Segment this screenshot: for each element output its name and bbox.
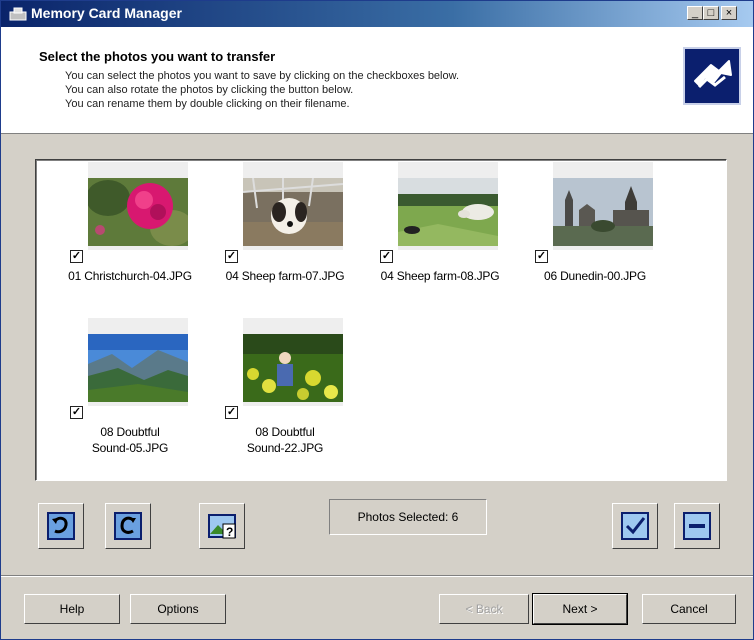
rotate-right-icon [114, 512, 142, 540]
rotate-left-icon [47, 512, 75, 540]
photo-filename[interactable]: 04 Sheep farm-08.JPG [378, 268, 502, 284]
rotate-left-button[interactable] [38, 503, 84, 549]
header-instruction: You can rename them by double clicking o… [65, 98, 350, 110]
minimize-icon: _ [691, 7, 699, 19]
footer-divider [1, 575, 753, 577]
maximize-button[interactable]: □ [703, 6, 719, 20]
filename-line: 06 Dunedin-00.JPG [544, 269, 646, 283]
photo-filename[interactable]: 08 Doubtful Sound-22.JPG [223, 424, 347, 456]
select-all-icon [621, 512, 649, 540]
filename-line: Sound-05.JPG [91, 441, 169, 455]
filename-line: Sound-22.JPG [246, 441, 324, 455]
header-title: Select the photos you want to transfer [39, 49, 276, 64]
window-title: Memory Card Manager [31, 5, 182, 21]
deselect-all-button[interactable] [674, 503, 720, 549]
back-button[interactable]: < Back [439, 594, 529, 624]
photo-thumbnail[interactable] [398, 162, 498, 250]
preview-button[interactable]: ? [199, 503, 245, 549]
photo-checkbox[interactable]: ✓ [535, 250, 548, 263]
photo-thumbnail[interactable] [88, 162, 188, 250]
photo-checkbox[interactable]: ✓ [380, 250, 393, 263]
wizard-header: Select the photos you want to transfer Y… [1, 27, 753, 134]
photo-thumbnail[interactable] [243, 318, 343, 406]
memory-card-manager-window: Memory Card Manager _ □ × Select the pho… [0, 0, 754, 640]
next-button[interactable]: Next > [532, 593, 628, 625]
photo-checkbox[interactable]: ✓ [70, 406, 83, 419]
transfer-logo-icon [683, 47, 741, 105]
maximize-icon: □ [707, 7, 715, 19]
photos-selected-status: Photos Selected: 6 [329, 499, 487, 535]
photo-checkbox[interactable]: ✓ [225, 250, 238, 263]
photo-thumbnail[interactable] [88, 318, 188, 406]
card-reader-icon [9, 7, 27, 21]
filename-line: 08 Doubtful [100, 425, 160, 439]
deselect-all-icon [683, 512, 711, 540]
filename-line: 08 Doubtful [255, 425, 315, 439]
minimize-button[interactable]: _ [687, 6, 703, 20]
photo-filename[interactable]: 08 Doubtful Sound-05.JPG [68, 424, 192, 456]
photo-checkbox[interactable]: ✓ [70, 250, 83, 263]
close-icon: × [725, 7, 733, 19]
header-instruction: You can also rotate the photos by clicki… [65, 84, 354, 96]
photo-thumbnail[interactable] [553, 162, 653, 250]
select-all-button[interactable] [612, 503, 658, 549]
help-button[interactable]: Help [24, 594, 120, 624]
photo-thumbnail[interactable] [243, 162, 343, 250]
rotate-right-button[interactable] [105, 503, 151, 549]
photo-filename[interactable]: 01 Christchurch-04.JPG [68, 268, 192, 284]
photo-checkbox[interactable]: ✓ [225, 406, 238, 419]
filename-line: 01 Christchurch-04.JPG [68, 269, 192, 283]
header-instruction: You can select the photos you want to sa… [65, 70, 460, 82]
options-button[interactable]: Options [130, 594, 226, 624]
photo-filename[interactable]: 04 Sheep farm-07.JPG [223, 268, 347, 284]
title-bar[interactable]: Memory Card Manager _ □ × [1, 1, 753, 27]
cancel-button[interactable]: Cancel [642, 594, 736, 624]
close-button[interactable]: × [721, 6, 737, 20]
image-preview-icon: ? [208, 514, 236, 539]
photo-filename[interactable]: 06 Dunedin-00.JPG [533, 268, 657, 284]
filename-line: 04 Sheep farm-07.JPG [225, 269, 345, 283]
photo-list[interactable]: ✓ 01 Christchurch-04.JPG ✓ 04 Sheep farm… [35, 159, 727, 481]
svg-text:?: ? [226, 525, 233, 539]
filename-line: 04 Sheep farm-08.JPG [380, 269, 500, 283]
